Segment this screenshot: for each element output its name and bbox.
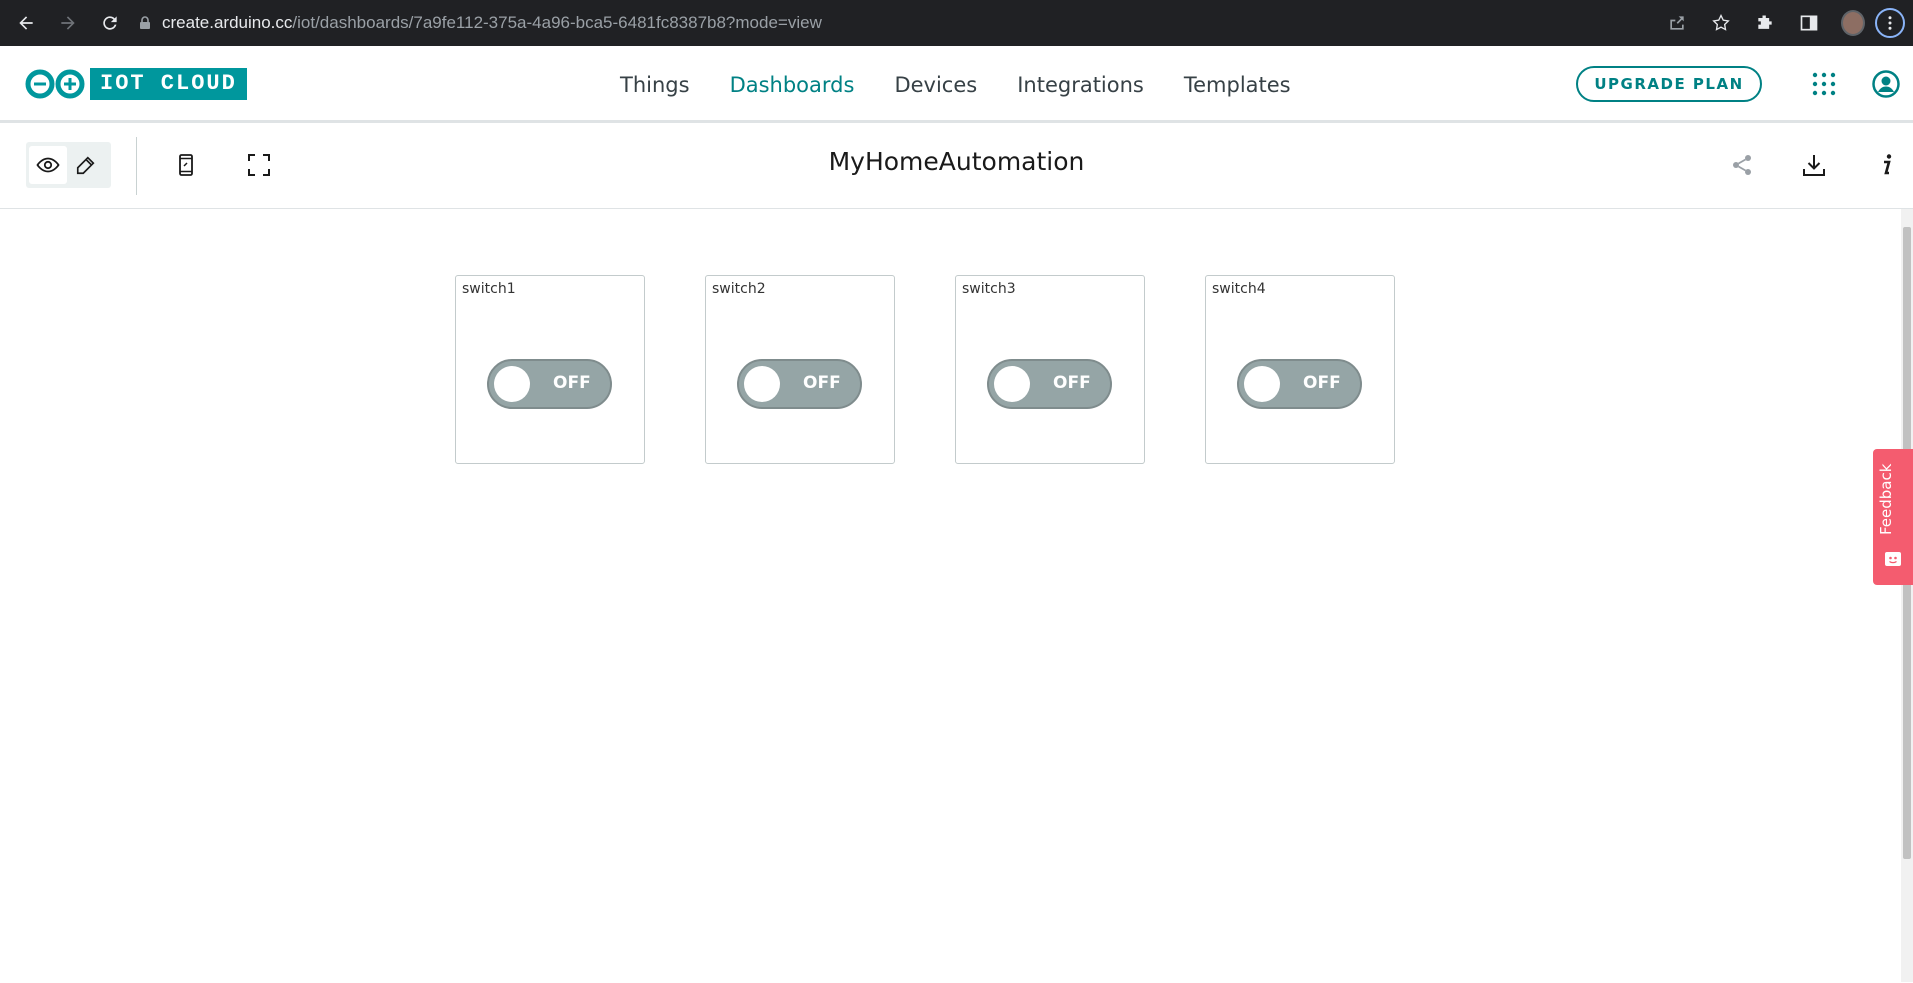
profile-avatar[interactable] [1841, 10, 1865, 36]
feedback-chat-icon [1885, 552, 1901, 566]
switch-state-label: OFF [803, 373, 841, 393]
url-path: /iot/dashboards/7a9fe112-375a-4a96-bca5-… [292, 13, 822, 32]
switch-knob [1244, 366, 1280, 402]
feedback-label: Feedback [1877, 463, 1895, 535]
user-account-icon[interactable] [1872, 70, 1900, 98]
nav-integrations[interactable]: Integrations [997, 46, 1164, 123]
widget-title: switch4 [1212, 281, 1266, 297]
widget-title: switch1 [462, 281, 516, 297]
info-button[interactable] [1873, 151, 1901, 179]
side-panel-icon[interactable] [1797, 11, 1821, 35]
toggle-switch[interactable]: OFF [487, 359, 612, 409]
widget-title: switch2 [712, 281, 766, 297]
nav-devices[interactable]: Devices [874, 46, 997, 123]
share-icon [1733, 155, 1751, 175]
switch-widget: switch3 OFF [955, 275, 1145, 464]
widget-title: switch3 [962, 281, 1016, 297]
share-page-icon[interactable] [1665, 11, 1689, 35]
switch-knob [994, 366, 1030, 402]
reload-icon[interactable] [98, 11, 122, 35]
switch-state-label: OFF [1303, 373, 1341, 393]
apps-grid-icon[interactable] [1812, 72, 1836, 96]
switch-knob [494, 366, 530, 402]
dashboard-canvas: switch1 OFF switch2 OFF switch3 OFF swit… [0, 209, 1913, 982]
main-nav: Things Dashboards Devices Integrations T… [600, 46, 1311, 126]
switch-state-label: OFF [553, 373, 591, 393]
switch-widget: switch1 OFF [455, 275, 645, 464]
logo-text: IOT CLOUD [90, 68, 247, 100]
download-button[interactable] [1800, 151, 1828, 179]
toggle-switch[interactable]: OFF [987, 359, 1112, 409]
arduino-logo[interactable]: IOT CLOUD [24, 68, 247, 100]
share-dashboard-button[interactable] [1728, 151, 1756, 179]
forward-icon[interactable] [56, 11, 80, 35]
dashboard-title: MyHomeAutomation [828, 147, 1085, 176]
back-icon[interactable] [14, 11, 38, 35]
download-icon [1803, 155, 1825, 176]
browser-menu-icon[interactable] [1875, 8, 1905, 38]
bookmark-star-icon[interactable] [1709, 11, 1733, 35]
switch-widget: switch2 OFF [705, 275, 895, 464]
switch-knob [744, 366, 780, 402]
app-header: IOT CLOUD Things Dashboards Devices Inte… [0, 46, 1913, 126]
extensions-icon[interactable] [1753, 11, 1777, 35]
nav-things[interactable]: Things [600, 46, 710, 123]
lock-icon [140, 16, 150, 29]
feedback-tab[interactable]: Feedback [1873, 449, 1913, 585]
switch-widget: switch4 OFF [1205, 275, 1395, 464]
info-icon [1884, 154, 1892, 175]
page-scrollbar[interactable] [1901, 209, 1913, 982]
url-domain: create.arduino.cc [162, 13, 293, 32]
nav-dashboards[interactable]: Dashboards [709, 46, 875, 126]
arduino-infinity-icon [25, 69, 85, 99]
upgrade-plan-button[interactable]: UPGRADE PLAN [1576, 66, 1762, 102]
toggle-switch[interactable]: OFF [1237, 359, 1362, 409]
switch-state-label: OFF [1053, 373, 1091, 393]
toggle-switch[interactable]: OFF [737, 359, 862, 409]
dashboard-toolbar: MyHomeAutomation [0, 123, 1913, 209]
address-bar[interactable]: create.arduino.cc/iot/dashboards/7a9fe11… [138, 9, 822, 37]
browser-toolbar: create.arduino.cc/iot/dashboards/7a9fe11… [0, 0, 1913, 46]
nav-templates[interactable]: Templates [1164, 46, 1311, 123]
